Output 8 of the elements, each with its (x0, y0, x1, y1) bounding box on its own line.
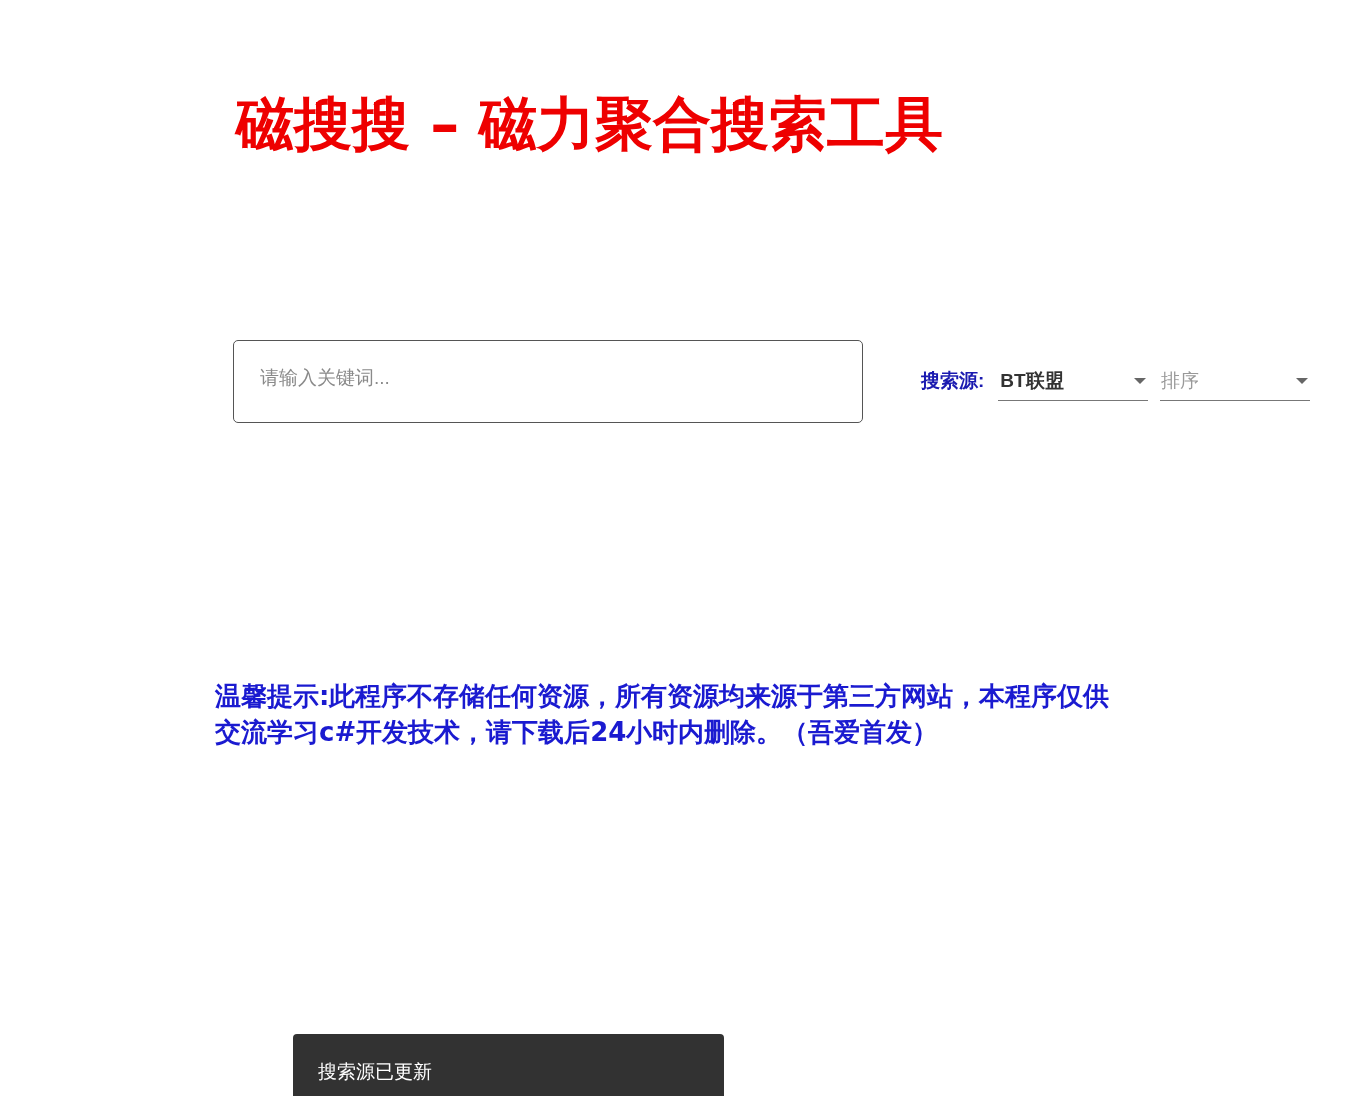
search-field[interactable]: 请输入关键词... (233, 340, 863, 423)
source-label: 搜索源: (921, 369, 985, 394)
dropdown-caret-icon (1296, 378, 1309, 384)
source-dropdown[interactable]: BT联盟 (998, 362, 1149, 401)
notice-text: 温馨提示:此程序不存储任何资源，所有资源均来源于第三方网站，本程序仅供交流学习c#开发技术，请下载后24小时内删除。（吾爱首发） (215, 680, 1111, 749)
dropdown-caret-icon (1134, 378, 1147, 384)
snackbar: 搜索源已更新 (293, 1034, 724, 1096)
page-title: 磁搜搜 – 磁力聚合搜索工具 (236, 89, 945, 160)
